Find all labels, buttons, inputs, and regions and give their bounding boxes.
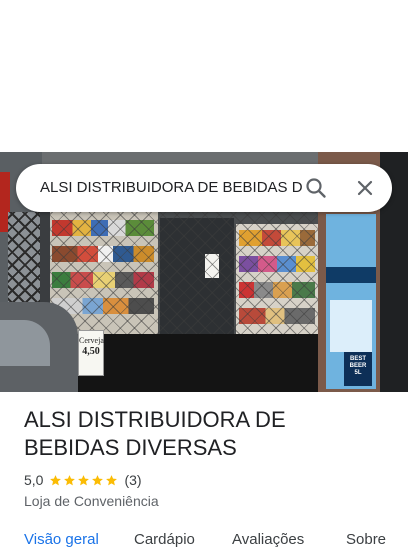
price-sign-line1: Cerveja bbox=[79, 336, 104, 345]
place-title: ALSI DISTRIBUIDORA DE BEBIDAS DIVERSAS bbox=[24, 407, 286, 460]
blank-area bbox=[0, 0, 408, 152]
tab-menu[interactable]: Cardápio bbox=[134, 528, 195, 552]
rating-value: 5,0 bbox=[24, 472, 44, 488]
place-tabs: Visão geral Cardápio Avaliações Sobre bbox=[0, 528, 408, 548]
photo-car-window bbox=[0, 320, 50, 366]
photo-poster-panel bbox=[330, 300, 372, 352]
photo-poster-can: BEST BEER 5L bbox=[344, 352, 372, 386]
star-icon bbox=[78, 474, 90, 485]
price-sign: Cerveja 4,50 bbox=[78, 330, 104, 376]
close-icon bbox=[357, 180, 373, 196]
review-count[interactable]: (3) bbox=[124, 471, 141, 489]
place-category[interactable]: Loja de Conveniência bbox=[24, 492, 159, 510]
star-icon bbox=[50, 474, 62, 485]
photo-security-mesh bbox=[44, 210, 324, 350]
search-bar[interactable]: ALSI DISTRIBUIDORA DE BEBIDAS D bbox=[16, 164, 392, 212]
poster-text: BEST BEER 5L bbox=[349, 356, 367, 376]
rating-row[interactable]: 5,0 (3) bbox=[24, 471, 324, 489]
close-button[interactable] bbox=[349, 172, 381, 204]
tab-about[interactable]: Sobre bbox=[346, 528, 386, 552]
search-button[interactable] bbox=[300, 172, 332, 204]
tab-reviews[interactable]: Avaliações bbox=[232, 528, 304, 552]
rating-stars bbox=[49, 474, 119, 487]
star-icon bbox=[92, 474, 104, 485]
search-icon bbox=[306, 178, 326, 198]
price-sign-line2: 4,50 bbox=[82, 346, 100, 357]
photo-poster-band bbox=[326, 267, 376, 283]
tab-overview[interactable]: Visão geral bbox=[24, 528, 99, 552]
search-input[interactable]: ALSI DISTRIBUIDORA DE BEBIDAS D bbox=[40, 164, 304, 212]
star-icon bbox=[106, 474, 118, 485]
star-icon bbox=[64, 474, 76, 485]
